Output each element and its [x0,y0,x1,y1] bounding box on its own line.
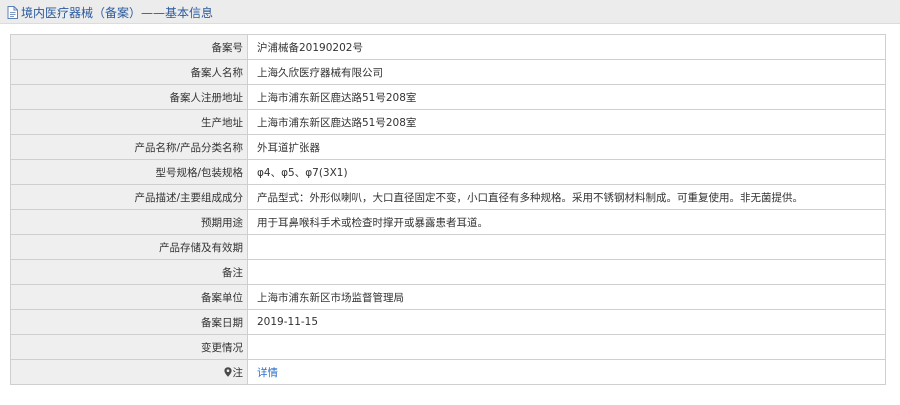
field-value: 用于耳鼻喉科手术或检查时撑开或暴露患者耳道。 [247,209,886,235]
table-row: 产品存储及有效期 [10,234,886,260]
field-value: φ4、φ5、φ7(3X1) [247,159,886,185]
table-row: 变更情况 [10,334,886,360]
field-label: 备案人名称 [10,59,248,85]
note-label: 注 [232,366,244,379]
note-value-cell: 详情 [247,359,886,385]
details-link[interactable]: 详情 [257,367,278,379]
field-value: 上海市浦东新区鹿达路51号208室 [247,84,886,110]
table-row: 备案号 沪浦械备20190202号 [10,34,886,60]
field-label: 生产地址 [10,109,248,135]
map-pin-icon [223,366,232,377]
table-row: 产品描述/主要组成成分 产品型式：外形似喇叭，大口直径固定不变，小口直径有多种规… [10,184,886,210]
table-row: 备注 [10,259,886,285]
field-value [247,259,886,285]
field-value: 上海市浦东新区市场监督管理局 [247,284,886,310]
field-label: 变更情况 [10,334,248,360]
table-row: 预期用途 用于耳鼻喉科手术或检查时撑开或暴露患者耳道。 [10,209,886,235]
field-label: 备案人注册地址 [10,84,248,110]
field-value: 外耳道扩张器 [247,134,886,160]
field-label: 备案号 [10,34,248,60]
field-label: 产品存储及有效期 [10,234,248,260]
table-row: 备案日期 2019-11-15 [10,309,886,335]
field-value: 上海久欣医疗器械有限公司 [247,59,886,85]
field-value: 产品型式：外形似喇叭，大口直径固定不变，小口直径有多种规格。采用不锈钢材料制成。… [247,184,886,210]
table-row: 生产地址 上海市浦东新区鹿达路51号208室 [10,109,886,135]
field-label: 备案日期 [10,309,248,335]
header-title-group: 境内医疗器械（备案）——基本信息 [7,4,213,20]
note-label-cell: 注 [10,359,248,385]
table-row: 备案人注册地址 上海市浦东新区鹿达路51号208室 [10,84,886,110]
registration-info-table: 备案号 沪浦械备20190202号 备案人名称 上海久欣医疗器械有限公司 备案人… [10,34,886,385]
field-value [247,234,886,260]
field-value: 上海市浦东新区鹿达路51号208室 [247,109,886,135]
field-label: 备案单位 [10,284,248,310]
table-row: 备案人名称 上海久欣医疗器械有限公司 [10,59,886,85]
document-icon [7,5,18,19]
field-value [247,334,886,360]
field-value: 沪浦械备20190202号 [247,34,886,60]
field-label: 型号规格/包装规格 [10,159,248,185]
page-title: 境内医疗器械（备案）——基本信息 [21,5,214,20]
table-row: 产品名称/产品分类名称 外耳道扩张器 [10,134,886,160]
table-row: 型号规格/包装规格 φ4、φ5、φ7(3X1) [10,159,886,185]
field-label: 产品描述/主要组成成分 [10,184,248,210]
field-label: 备注 [10,259,248,285]
table-row: 备案单位 上海市浦东新区市场监督管理局 [10,284,886,310]
field-label: 预期用途 [10,209,248,235]
field-label: 产品名称/产品分类名称 [10,134,248,160]
field-value: 2019-11-15 [247,309,886,335]
page-header: 境内医疗器械（备案）——基本信息 [0,0,900,24]
note-row: 注 详情 [10,359,886,385]
